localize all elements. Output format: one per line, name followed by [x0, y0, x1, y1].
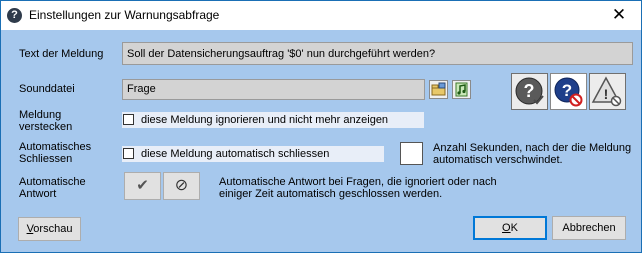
auto-close-label: Automatisches Schliessen	[19, 141, 92, 165]
warning-blocked-icon: !	[591, 76, 622, 107]
browse-sound-button[interactable]	[429, 80, 448, 99]
hide-message-row[interactable]: diese Meldung ignorieren und nicht mehr …	[122, 112, 424, 128]
hide-message-label: Meldung verstecken	[19, 109, 73, 133]
question-icon: ?	[515, 77, 544, 105]
auto-answer-label: Automatische Antwort	[19, 176, 86, 200]
question-blocked-icon: ?	[554, 77, 583, 107]
title-bar: ? Einstellungen zur Warnungsabfrage ✕	[1, 1, 641, 30]
app-question-icon: ?	[7, 8, 22, 23]
seconds-input[interactable]	[400, 142, 423, 165]
sound-file-field[interactable]: Frage	[122, 79, 425, 100]
message-text-label: Text der Meldung	[19, 48, 104, 60]
preview-button[interactable]: Vorschau	[18, 217, 81, 241]
auto-close-checkbox-label[interactable]: diese Meldung automatisch schliessen	[141, 147, 329, 161]
close-button[interactable]: ✕	[607, 4, 631, 26]
sound-file-label: Sounddatei	[19, 83, 75, 95]
auto-close-checkbox[interactable]	[123, 148, 134, 159]
auto-answer-no-button[interactable]: ⊘	[163, 172, 200, 200]
music-note-icon	[455, 82, 468, 97]
message-text-field[interactable]: Soll der Datensicherungsauftrag '$0' nun…	[122, 42, 633, 65]
icon-option-question[interactable]: ?	[511, 73, 548, 110]
cancel-button[interactable]: Abbrechen	[552, 216, 626, 240]
icon-option-warning[interactable]: !	[589, 73, 626, 110]
folder-icon	[431, 82, 446, 96]
ok-button[interactable]: OK	[473, 216, 547, 240]
icon-option-question-blocked[interactable]: ?	[550, 73, 587, 110]
svg-text:?: ?	[524, 81, 535, 101]
play-sound-button[interactable]	[452, 80, 471, 99]
auto-answer-yes-button[interactable]: ✔	[124, 172, 161, 200]
auto-answer-description: Automatische Antwort bei Fragen, die ign…	[219, 176, 497, 200]
svg-text:!: !	[604, 86, 609, 102]
dialog-window: ? Einstellungen zur Warnungsabfrage ✕ Te…	[0, 0, 642, 253]
seconds-hint: Anzahl Sekunden, nach der die Meldung au…	[433, 142, 632, 166]
window-title: Einstellungen zur Warnungsabfrage	[29, 8, 220, 22]
auto-close-row[interactable]: diese Meldung automatisch schliessen	[122, 146, 384, 162]
hide-message-checkbox[interactable]	[123, 114, 134, 125]
hide-message-checkbox-label[interactable]: diese Meldung ignorieren und nicht mehr …	[141, 113, 388, 127]
